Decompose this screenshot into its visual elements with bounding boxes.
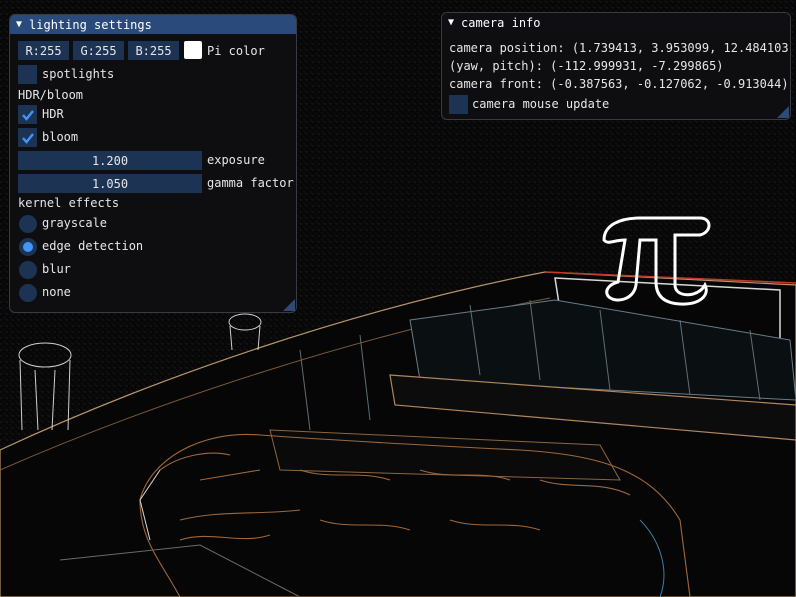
bloom-checkbox[interactable] (18, 128, 37, 147)
bloom-label: bloom (42, 130, 79, 144)
camera-mouse-update-checkbox[interactable] (449, 95, 468, 114)
resize-grip-icon[interactable] (777, 106, 789, 118)
blue-input[interactable]: B:255 (128, 41, 179, 60)
camera-info-title: camera info (461, 15, 541, 30)
resize-grip-icon[interactable] (283, 299, 295, 311)
green-input[interactable]: G:255 (73, 41, 124, 60)
radio-grayscale[interactable] (19, 215, 37, 233)
checkmark-icon (21, 132, 34, 144)
grayscale-label: grayscale (42, 216, 108, 230)
gamma-label: gamma factor (207, 176, 294, 190)
camera-position-text: camera position: (1.739413, 3.953099, 12… (449, 41, 791, 55)
camera-front-text: camera front: (-0.387563, -0.127062, -0.… (449, 77, 789, 91)
spotlights-checkbox[interactable] (18, 65, 37, 84)
spotlights-label: spotlights (42, 67, 115, 81)
hdr-checkbox[interactable] (18, 105, 37, 124)
exposure-slider[interactable]: 1.200 (18, 151, 202, 170)
radio-blur[interactable] (19, 261, 37, 279)
radio-selected-dot (23, 242, 33, 252)
exposure-label: exposure (207, 153, 265, 167)
camera-info-window[interactable]: ▼ camera info camera position: (1.739413… (441, 12, 791, 120)
kernel-effects-section-label: kernel effects (18, 196, 120, 210)
none-label: none (42, 285, 71, 299)
blur-label: blur (42, 262, 71, 276)
pi-color-swatch[interactable] (184, 41, 202, 59)
collapse-arrow-icon[interactable]: ▼ (448, 17, 454, 28)
radio-edge-detection[interactable] (19, 238, 37, 256)
pi-color-label: Pi color (207, 44, 265, 58)
lighting-settings-title: lighting settings (29, 17, 152, 32)
camera-info-titlebar[interactable]: ▼ camera info (442, 13, 790, 32)
lighting-settings-window[interactable]: ▼ lighting settings R:255 G:255 B:255 Pi… (9, 14, 297, 313)
edge-detection-label: edge detection (42, 239, 144, 253)
checkmark-icon (21, 109, 34, 121)
hdr-bloom-section-label: HDR/bloom (18, 88, 84, 102)
lighting-settings-titlebar[interactable]: ▼ lighting settings (10, 15, 296, 34)
hdr-label: HDR (42, 107, 64, 121)
red-input[interactable]: R:255 (18, 41, 69, 60)
camera-mouse-update-label: camera mouse update (472, 97, 610, 111)
radio-none[interactable] (19, 284, 37, 302)
gamma-slider[interactable]: 1.050 (18, 174, 202, 193)
camera-yaw-pitch-text: (yaw, pitch): (-112.999931, -7.299865) (449, 59, 724, 73)
collapse-arrow-icon[interactable]: ▼ (16, 19, 22, 30)
